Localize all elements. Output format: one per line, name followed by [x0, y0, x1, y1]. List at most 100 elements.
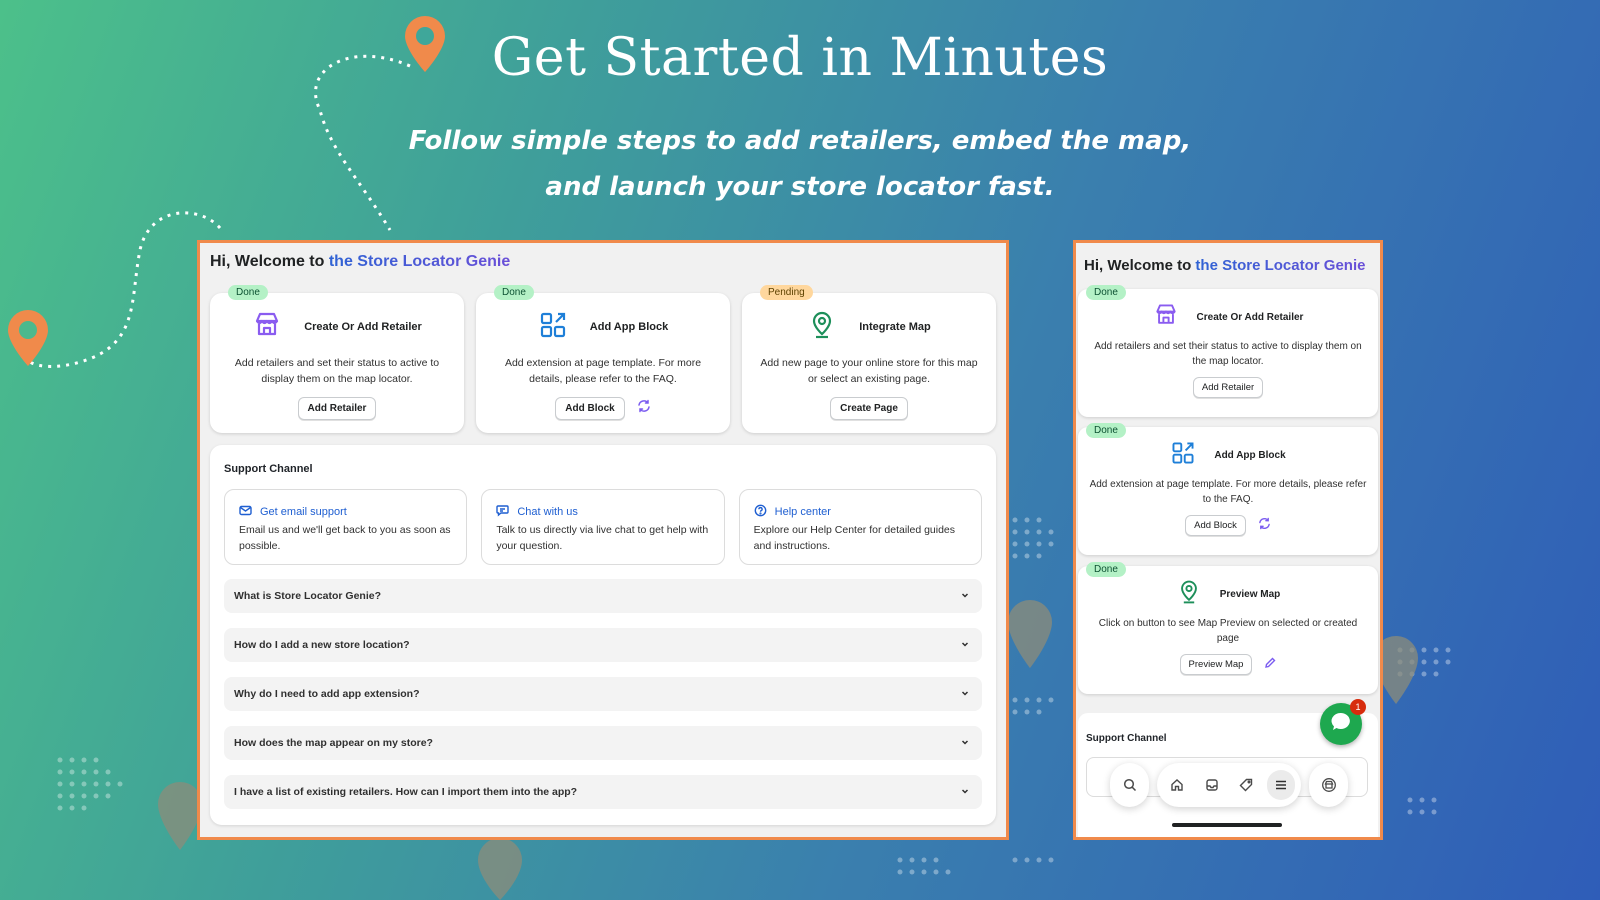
email-support-link[interactable]: Get email support — [239, 504, 452, 520]
faq-question: How does the map appear on my store? — [234, 737, 433, 749]
chevron-down-icon — [960, 786, 970, 799]
step-title: Integrate Map — [859, 321, 931, 333]
help-center-link[interactable]: Help center — [754, 504, 967, 520]
step-card-create-retailer: Done Create Or Add Retailer Add retailer… — [1078, 285, 1378, 417]
map-pin-icon — [8, 310, 48, 366]
inbox-icon[interactable] — [1198, 770, 1227, 800]
add-block-button[interactable]: Add Block — [1185, 515, 1246, 536]
welcome-prefix: Hi, Welcome to — [210, 253, 325, 270]
create-page-button[interactable]: Create Page — [830, 397, 908, 420]
store-app-icon[interactable] — [1314, 770, 1344, 800]
hero-title: Get Started in Minutes — [491, 28, 1109, 88]
add-retailer-button[interactable]: Add Retailer — [1192, 377, 1264, 398]
status-badge: Done — [228, 285, 268, 300]
channel-label: Get email support — [260, 506, 347, 518]
refresh-icon[interactable] — [637, 399, 651, 418]
status-badge: Pending — [760, 285, 813, 300]
nav-search-pill — [1110, 763, 1149, 807]
app-block-icon — [538, 310, 568, 345]
channel-label: Chat with us — [517, 506, 578, 518]
chevron-down-icon — [960, 737, 970, 750]
channel-chat: Chat with us Talk to us directly via liv… — [481, 489, 725, 565]
channel-description: Talk to us directly via live chat to get… — [496, 524, 709, 552]
home-indicator — [1172, 823, 1282, 827]
unread-badge: 1 — [1350, 699, 1366, 715]
app-block-icon — [1170, 440, 1196, 471]
welcome-heading: Hi, Welcome to the Store Locator Genie — [1084, 257, 1365, 274]
step-title: Preview Map — [1219, 588, 1281, 600]
status-badge: Done — [1086, 285, 1126, 300]
add-block-button[interactable]: Add Block — [555, 397, 625, 420]
support-title: Support Channel — [1086, 733, 1167, 744]
faq-list: What is Store Locator Genie? How do I ad… — [224, 579, 982, 824]
step-title: Add App Block — [1214, 449, 1286, 461]
support-channel-card: Support Channel Get email support Email … — [210, 445, 996, 825]
app-name: the Store Locator Genie — [1195, 257, 1366, 274]
live-chat-button[interactable]: 1 — [1320, 699, 1366, 745]
setup-steps: Done Create Or Add Retailer Add retailer… — [210, 285, 996, 433]
desktop-app-window: Hi, Welcome to the Store Locator Genie D… — [197, 240, 1009, 840]
channel-description: Email us and we'll get back to you as so… — [239, 524, 451, 552]
status-badge: Done — [1086, 562, 1126, 577]
faq-question: Why do I need to add app extension? — [234, 688, 420, 700]
menu-icon[interactable] — [1266, 770, 1295, 800]
step-card-preview-map: Done Preview Map Click on button to see … — [1078, 562, 1378, 694]
nav-app-pill — [1309, 763, 1348, 807]
step-description: Add new page to your online store for th… — [760, 357, 978, 385]
store-icon — [1153, 302, 1179, 333]
hero-subtitle-line: and launch your store locator fast. — [545, 172, 1055, 202]
faq-question: What is Store Locator Genie? — [234, 590, 382, 602]
chevron-down-icon — [960, 590, 970, 603]
faq-item[interactable]: I have a list of existing retailers. How… — [224, 775, 982, 809]
status-badge: Done — [1086, 423, 1126, 438]
mail-icon — [239, 504, 252, 520]
chevron-down-icon — [960, 639, 970, 652]
help-icon — [754, 504, 767, 520]
step-card-add-app-block: Done Add App Block Add extension at page… — [1078, 423, 1378, 555]
step-card-create-retailer: Done Create Or Add Retailer Add retailer… — [210, 285, 464, 433]
faq-item[interactable]: Why do I need to add app extension? — [224, 677, 982, 711]
pencil-icon[interactable] — [1264, 656, 1276, 674]
search-icon[interactable] — [1115, 770, 1145, 800]
step-card-integrate-map: Pending Integrate Map Add new page to yo… — [742, 285, 996, 433]
step-description: Add retailers and set their status to ac… — [1094, 341, 1362, 367]
channel-help-center: Help center Explore our Help Center for … — [738, 489, 982, 565]
welcome-heading: Hi, Welcome to the Store Locator Genie — [210, 253, 510, 271]
welcome-prefix: Hi, Welcome to — [1084, 257, 1192, 274]
map-pin-icon — [1176, 579, 1202, 610]
bottom-navigation — [1110, 763, 1348, 807]
map-pin-icon — [807, 310, 837, 345]
faq-item[interactable]: How do I add a new store location? — [224, 628, 982, 662]
tag-icon[interactable] — [1232, 770, 1261, 800]
step-title: Create Or Add Retailer — [304, 321, 422, 333]
mobile-app-window: Hi, Welcome to the Store Locator Genie D… — [1073, 240, 1383, 840]
faq-item[interactable]: How does the map appear on my store? — [224, 726, 982, 760]
chevron-down-icon — [960, 688, 970, 701]
chat-icon — [496, 504, 510, 520]
step-description: Add extension at page template. For more… — [1089, 479, 1367, 505]
refresh-icon[interactable] — [1258, 517, 1271, 535]
nav-main-pill — [1157, 763, 1301, 807]
step-title: Create Or Add Retailer — [1196, 311, 1304, 323]
support-title: Support Channel — [224, 463, 313, 475]
channel-email: Get email support Email us and we'll get… — [224, 489, 468, 565]
preview-map-button[interactable]: Preview Map — [1179, 654, 1253, 675]
store-icon — [252, 310, 282, 345]
chat-bubble-icon — [1330, 711, 1352, 738]
channel-description: Explore our Help Center for detailed gui… — [753, 524, 956, 552]
faq-item[interactable]: What is Store Locator Genie? — [224, 579, 982, 613]
channel-label: Help center — [774, 506, 831, 518]
step-description: Click on button to see Map Preview on se… — [1098, 618, 1358, 644]
support-channels: Get email support Email us and we'll get… — [224, 489, 982, 565]
step-title: Add App Block — [589, 321, 669, 333]
chat-link[interactable]: Chat with us — [496, 504, 709, 520]
faq-question: How do I add a new store location? — [234, 639, 410, 651]
home-icon[interactable] — [1163, 770, 1192, 800]
step-card-add-app-block: Done Add App Block Add extension at page… — [476, 285, 730, 433]
step-description: Add retailers and set their status to ac… — [234, 357, 440, 385]
faq-question: I have a list of existing retailers. How… — [234, 786, 578, 798]
add-retailer-button[interactable]: Add Retailer — [297, 397, 377, 420]
status-badge: Done — [494, 285, 534, 300]
hero-subtitle: Follow simple steps to add retailers, em… — [0, 118, 1600, 210]
hero-subtitle-line: Follow simple steps to add retailers, em… — [408, 126, 1192, 156]
